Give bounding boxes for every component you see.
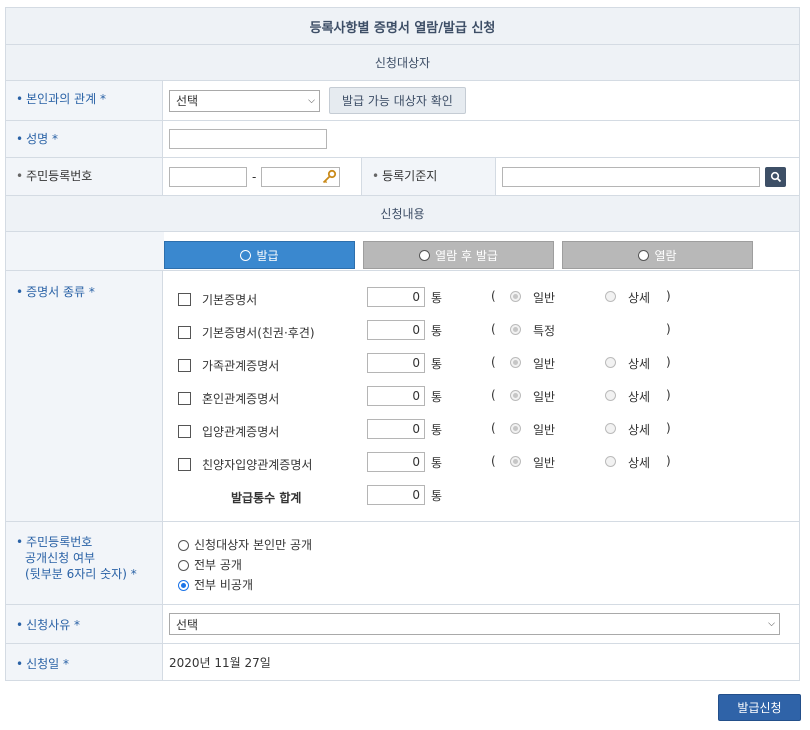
row-reason: • 신청사유 * 선택 ⌵ (6, 605, 799, 644)
row-relation: • 본인과의 관계 * 선택 ⌵ 발급 가능 대상자 확인 (6, 81, 799, 121)
general-radio[interactable] (510, 291, 521, 302)
disclosure-option-self[interactable]: 신청대상자 본인만 공개 (178, 535, 799, 555)
disclosure-options: 신청대상자 본인만 공개 전부 공개 전부 비공개 (163, 522, 799, 604)
resident-number-front-input[interactable] (169, 166, 247, 187)
reason-select[interactable]: 선택 ⌵ (169, 613, 780, 635)
row-resident: • 주민등록번호 - • 등록기준지 (6, 158, 799, 196)
certificate-checkbox[interactable] (178, 458, 191, 471)
tab-issue[interactable]: 발급 (164, 241, 355, 269)
quantity-input[interactable]: 0 (367, 386, 425, 406)
certificate-checkbox[interactable] (178, 392, 191, 405)
reason-label: • 신청사유 * (6, 605, 163, 643)
detail-radio[interactable] (605, 291, 616, 302)
section-header-target: 신청대상자 (6, 45, 799, 81)
specific-radio[interactable] (510, 324, 521, 335)
general-radio[interactable] (510, 423, 521, 434)
row-certificates: • 증명서 종류 * 기본증명서 0 통 ( 일반 상세 ) 기본증명서(친권·후… (6, 271, 799, 522)
chevron-down-icon: ⌵ (768, 619, 775, 629)
submit-button[interactable]: 발급신청 (718, 694, 801, 721)
list-item: 기본증명서(친권·후견) 0 통 ( 특정 ) (163, 320, 799, 342)
quantity-input[interactable]: 0 (367, 452, 425, 472)
registry-search-button[interactable] (765, 166, 786, 187)
certificate-list: 기본증명서 0 통 ( 일반 상세 ) 기본증명서(친권·후견) 0 통 ( 특… (163, 271, 799, 521)
list-item: 혼인관계증명서 0 통 ( 일반 상세 ) (163, 386, 799, 408)
general-radio[interactable] (510, 390, 521, 401)
search-icon (770, 171, 781, 182)
row-tabs: 발급 열람 후 발급 열람 (6, 232, 799, 271)
name-input[interactable] (169, 129, 327, 149)
list-item: 기본증명서 0 통 ( 일반 상세 ) (163, 287, 799, 309)
quantity-input[interactable]: 0 (367, 320, 425, 340)
tab-view-then-issue[interactable]: 열람 후 발급 (363, 241, 554, 269)
row-date: • 신청일 * 2020년 11월 27일 (6, 644, 799, 680)
certificate-checkbox[interactable] (178, 293, 191, 306)
date-label: • 신청일 * (6, 644, 163, 680)
application-date: 2020년 11월 27일 (169, 655, 271, 670)
key-icon[interactable] (321, 169, 337, 185)
list-item: 친양자입양관계증명서 0 통 ( 일반 상세 ) (163, 452, 799, 474)
row-disclosure: • 주민등록번호 공개신청 여부 (뒷부분 6자리 숫자) * 신청대상자 본인만… (6, 522, 799, 605)
relation-label: • 본인과의 관계 * (6, 81, 163, 120)
page-title: 등록사항별 증명서 열람/발급 신청 (6, 8, 799, 45)
name-label: • 성명 * (6, 121, 163, 157)
relation-select[interactable]: 선택 ⌵ (169, 89, 320, 112)
certificate-checkbox[interactable] (178, 359, 191, 372)
resident-number-separator: - (252, 169, 257, 184)
resident-number-back-input[interactable] (261, 166, 341, 187)
detail-radio[interactable] (605, 357, 616, 368)
registry-label: • 등록기준지 (362, 158, 496, 195)
application-form: 등록사항별 증명서 열람/발급 신청 신청대상자 • 본인과의 관계 * 선택 ⌵ … (5, 7, 800, 681)
section-header-content: 신청내용 (6, 196, 799, 232)
general-radio[interactable] (510, 456, 521, 467)
quantity-input[interactable]: 0 (367, 419, 425, 439)
list-item: 입양관계증명서 0 통 ( 일반 상세 ) (163, 419, 799, 441)
check-eligible-button[interactable]: 발급 가능 대상자 확인 (329, 87, 466, 114)
list-item: 가족관계증명서 0 통 ( 일반 상세 ) (163, 353, 799, 375)
total-row: 발급통수 합계 0 통 (163, 485, 799, 507)
total-quantity: 0 (367, 485, 425, 505)
general-radio[interactable] (510, 357, 521, 368)
certificate-checkbox[interactable] (178, 326, 191, 339)
resident-number-label: • 주민등록번호 (6, 158, 163, 195)
chevron-down-icon: ⌵ (308, 95, 315, 106)
certificate-checkbox[interactable] (178, 425, 191, 438)
detail-radio[interactable] (605, 456, 616, 467)
quantity-input[interactable]: 0 (367, 353, 425, 373)
detail-radio[interactable] (605, 390, 616, 401)
certificates-label: • 증명서 종류 * (6, 271, 163, 521)
tab-view[interactable]: 열람 (562, 241, 753, 269)
total-label: 발급통수 합계 (231, 491, 302, 505)
disclosure-option-all[interactable]: 전부 공개 (178, 555, 799, 575)
quantity-input[interactable]: 0 (367, 287, 425, 307)
registry-input[interactable] (502, 166, 760, 187)
row-name: • 성명 * (6, 121, 799, 158)
disclosure-option-none[interactable]: 전부 비공개 (178, 575, 799, 595)
detail-radio[interactable] (605, 423, 616, 434)
disclosure-label: • 주민등록번호 공개신청 여부 (뒷부분 6자리 숫자) * (6, 522, 163, 604)
